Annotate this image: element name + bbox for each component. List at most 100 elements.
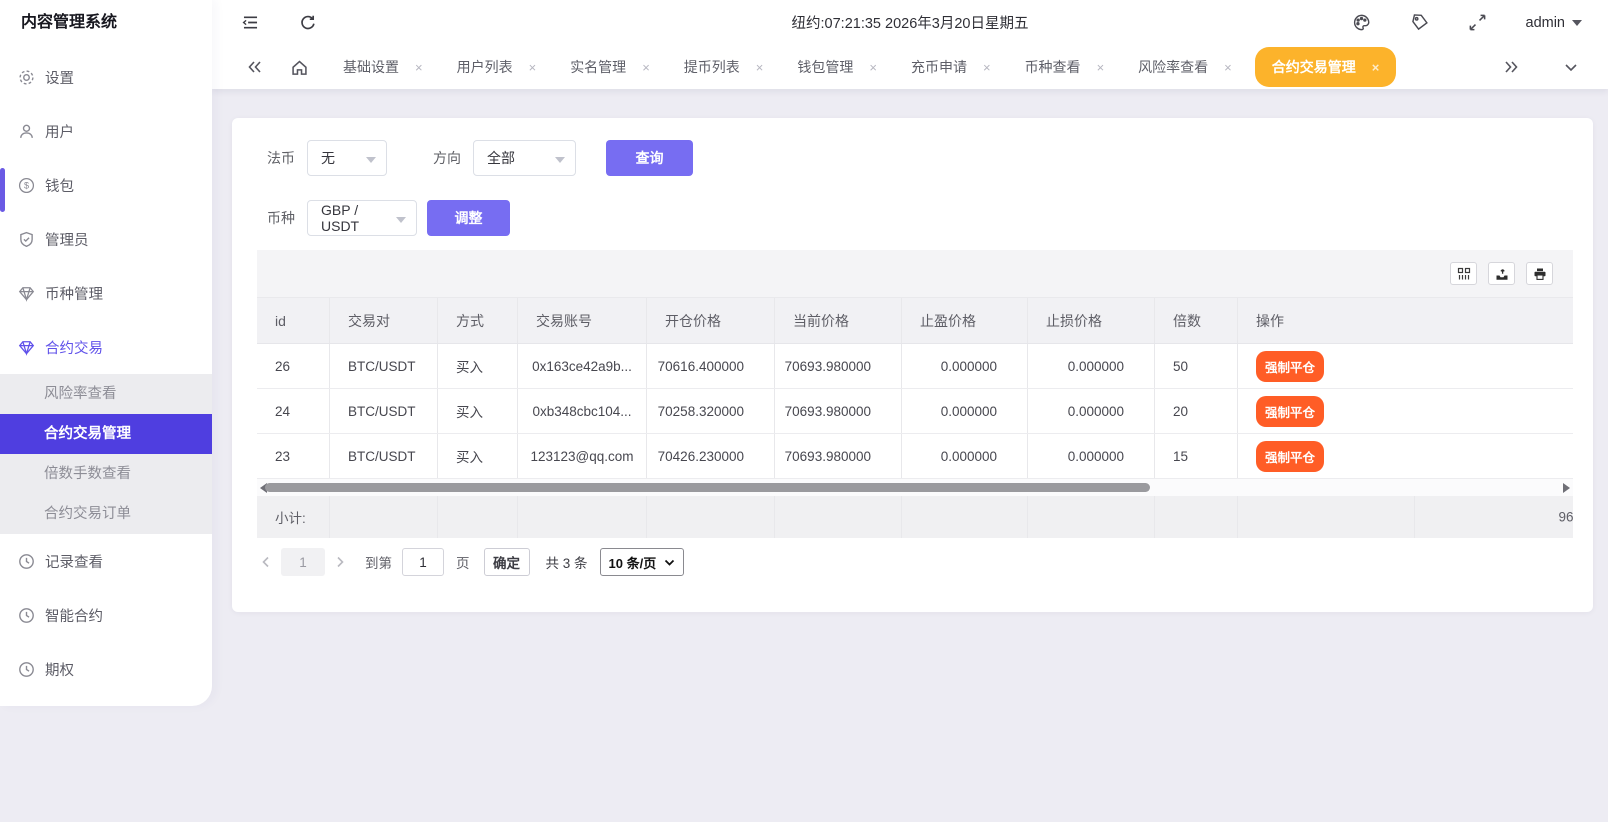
column-header[interactable]: 止盈价格 (902, 298, 1028, 343)
column-header[interactable]: 倍数 (1155, 298, 1238, 343)
cell-current-price: 70693.980000 (775, 389, 902, 433)
cell-open-price: 70426.230000 (647, 434, 775, 478)
tabbar-controls (1498, 54, 1584, 80)
home-icon[interactable] (286, 54, 312, 80)
chevron-down-icon (396, 217, 406, 223)
query-button[interactable]: 查询 (606, 140, 693, 176)
tabs-scroll-left-icon[interactable] (242, 54, 268, 80)
tab-basic-settings[interactable]: 基础设置× (326, 45, 440, 89)
direction-select[interactable]: 全部 (473, 140, 576, 176)
column-header[interactable]: 止损价格 (1028, 298, 1155, 343)
column-header[interactable]: 方式 (438, 298, 518, 343)
next-page-icon[interactable] (331, 555, 349, 569)
adjust-button[interactable]: 调整 (427, 200, 510, 236)
export-icon[interactable] (1488, 262, 1515, 285)
sidebar-scrollbar-thumb[interactable] (0, 168, 5, 212)
subtotal-label: 小计: (257, 496, 330, 538)
sidebar-item-wallet[interactable]: $ 钱包 (0, 158, 212, 212)
sidebar-item-users[interactable]: 用户 (0, 104, 212, 158)
scrollbar-thumb[interactable] (265, 483, 1150, 492)
sidebar-item-settings[interactable]: 设置 (0, 50, 212, 104)
force-close-button[interactable]: 强制平仓 (1256, 441, 1324, 472)
column-header[interactable]: id (257, 298, 330, 343)
cell-id: 23 (257, 434, 330, 478)
tabs-menu-icon[interactable] (1558, 54, 1584, 80)
cell-stop-loss: 0.000000 (1028, 434, 1155, 478)
close-icon[interactable]: × (983, 61, 991, 74)
print-icon[interactable] (1526, 262, 1553, 285)
sidebar-menu: 设置 用户 $ 钱包 管理员 币种管理 (0, 50, 212, 696)
close-icon[interactable]: × (869, 61, 877, 74)
close-icon[interactable]: × (415, 61, 423, 74)
close-icon[interactable]: × (642, 61, 650, 74)
tab-contract-trade-management[interactable]: 合约交易管理× (1255, 47, 1397, 87)
table-row: 23 BTC/USDT 买入 123123@qq.com 70426.23000… (257, 434, 1573, 479)
sidebar-item-options[interactable]: 期权 (0, 642, 212, 696)
scroll-right-icon[interactable] (1563, 483, 1570, 493)
sidebar-subitem-contract-orders[interactable]: 合约交易订单 (0, 494, 212, 534)
subtotal-value-cell: 962 (1415, 496, 1573, 538)
tab-deposit-request[interactable]: 充币申请× (894, 45, 1008, 89)
history-icon (18, 553, 35, 570)
gem-icon (18, 285, 35, 302)
cell-take-profit: 0.000000 (902, 434, 1028, 478)
close-icon[interactable]: × (756, 61, 764, 74)
sidebar-subitem-leverage-lots[interactable]: 倍数手数查看 (0, 454, 212, 494)
sidebar-item-coin-management[interactable]: 币种管理 (0, 266, 212, 320)
fiat-select[interactable]: 无 (307, 140, 387, 176)
cell-side: 买入 (438, 434, 518, 478)
tab-user-list[interactable]: 用户列表× (440, 45, 554, 89)
sidebar-item-contract-trading[interactable]: 合约交易 (0, 320, 212, 374)
cell-current-price: 70693.980000 (775, 344, 902, 388)
tab-list: 基础设置× 用户列表× 实名管理× 提币列表× 钱包管理× 充币申请× 币种查看… (326, 45, 1396, 89)
user-menu[interactable]: admin (1526, 15, 1583, 31)
cell-leverage: 20 (1155, 389, 1238, 433)
close-icon[interactable]: × (1097, 61, 1105, 74)
sidebar-item-label: 管理员 (45, 229, 89, 250)
page-size-select[interactable]: 10 条/页 (600, 548, 685, 576)
sidebar-subitem-risk-rate[interactable]: 风险率查看 (0, 374, 212, 414)
page-unit-label: 页 (456, 552, 470, 572)
tab-withdraw-list[interactable]: 提币列表× (667, 45, 781, 89)
chevron-down-icon (366, 157, 376, 163)
refresh-icon[interactable] (298, 13, 318, 33)
confirm-button[interactable]: 确定 (484, 548, 530, 576)
column-header[interactable]: 交易对 (330, 298, 438, 343)
columns-icon[interactable] (1450, 262, 1477, 285)
column-header[interactable]: 交易账号 (518, 298, 647, 343)
filter-row-1: 法币 无 方向 全部 查询 (267, 140, 693, 176)
tag-icon[interactable] (1410, 13, 1430, 33)
sidebar-item-smart-contract[interactable]: 智能合约 (0, 588, 212, 642)
tab-wallet-management[interactable]: 钱包管理× (780, 45, 894, 89)
gear-icon (18, 69, 35, 86)
palette-icon[interactable] (1352, 13, 1372, 33)
force-close-button[interactable]: 强制平仓 (1256, 396, 1324, 427)
prev-page-icon[interactable] (257, 555, 275, 569)
user-icon (18, 123, 35, 140)
sidebar-item-records[interactable]: 记录查看 (0, 534, 212, 588)
table-row: 24 BTC/USDT 买入 0xb348cbc104... 70258.320… (257, 389, 1573, 434)
close-icon[interactable]: × (1224, 61, 1232, 74)
fullscreen-icon[interactable] (1468, 13, 1488, 33)
coin-select[interactable]: GBP / USDT (307, 200, 417, 236)
menu-collapse-icon[interactable] (240, 13, 260, 33)
tab-coin-view[interactable]: 币种查看× (1008, 45, 1122, 89)
sidebar-item-admins[interactable]: 管理员 (0, 212, 212, 266)
page-number-button[interactable]: 1 (281, 548, 325, 576)
column-header[interactable]: 当前价格 (775, 298, 902, 343)
sidebar-item-label: 币种管理 (45, 283, 103, 304)
column-header[interactable]: 操作 (1238, 298, 1573, 343)
page-input[interactable] (402, 548, 444, 576)
sidebar-subitem-contract-trade-management[interactable]: 合约交易管理 (0, 414, 212, 454)
tab-risk-rate[interactable]: 风险率查看× (1121, 45, 1249, 89)
cell-account: 123123@qq.com (518, 434, 647, 478)
tab-kyc[interactable]: 实名管理× (553, 45, 667, 89)
page: { "app": { "title": "内容管理系统" }, "colors"… (0, 0, 1608, 822)
force-close-button[interactable]: 强制平仓 (1256, 351, 1324, 382)
dollar-circle-icon: $ (18, 177, 35, 194)
topbar: 纽约:07:21:35 2026年3月20日星期五 admin (212, 0, 1608, 45)
close-icon[interactable]: × (529, 61, 537, 74)
tabs-scroll-right-icon[interactable] (1498, 54, 1524, 80)
column-header[interactable]: 开仓价格 (647, 298, 775, 343)
close-icon[interactable]: × (1372, 61, 1380, 74)
